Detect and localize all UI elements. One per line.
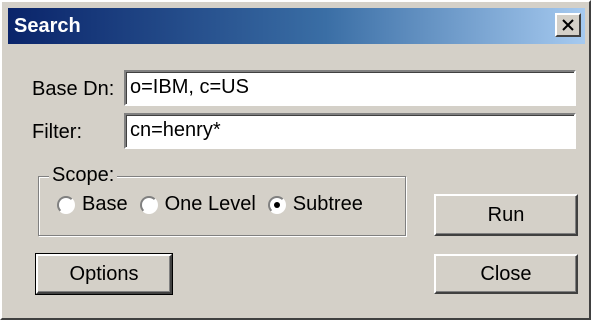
filter-label: Filter: bbox=[32, 121, 82, 143]
scope-legend: Scope: bbox=[49, 164, 118, 187]
scope-radio-subtree[interactable] bbox=[267, 195, 286, 214]
scope-radio-one-level[interactable] bbox=[139, 195, 158, 214]
close-icon bbox=[562, 19, 574, 31]
title-bar[interactable]: Search bbox=[8, 8, 585, 44]
base-dn-input[interactable]: o=IBM, c=US bbox=[124, 70, 576, 106]
search-dialog: Search Base Dn: o=IBM, c=US Filter: cn=h… bbox=[0, 0, 591, 320]
close-window-button[interactable] bbox=[555, 13, 581, 37]
scope-label-subtree[interactable]: Subtree bbox=[293, 193, 363, 216]
close-button[interactable]: Close bbox=[434, 254, 578, 294]
scope-radio-group: Base One Level Subtree bbox=[57, 193, 375, 216]
base-dn-label: Base Dn: bbox=[32, 78, 115, 100]
options-button[interactable]: Options bbox=[35, 253, 173, 295]
filter-input[interactable]: cn=henry* bbox=[124, 113, 576, 149]
scope-label-base[interactable]: Base bbox=[82, 193, 128, 216]
scope-groupbox: Scope: Base One Level Subtree bbox=[38, 164, 406, 236]
window-title: Search bbox=[14, 15, 81, 37]
scope-radio-base[interactable] bbox=[57, 195, 75, 214]
radio-selected-dot bbox=[273, 201, 280, 208]
run-button[interactable]: Run bbox=[434, 194, 578, 236]
scope-label-one-level[interactable]: One Level bbox=[165, 193, 256, 216]
